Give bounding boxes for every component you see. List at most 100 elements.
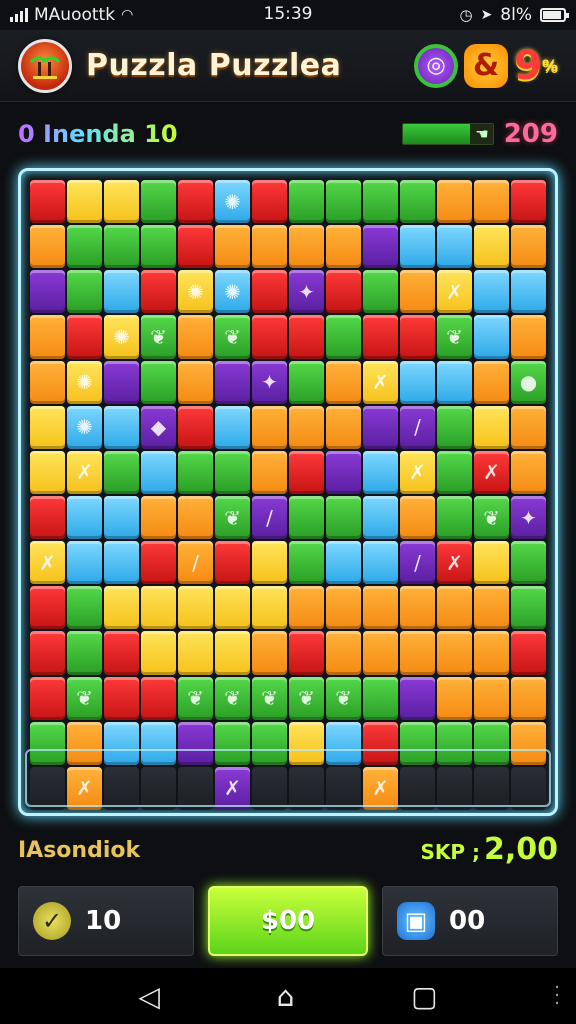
tile-blue[interactable] <box>363 495 398 540</box>
tile-orange[interactable] <box>178 495 213 540</box>
tile-purple[interactable]: / <box>400 405 435 449</box>
tile-orange[interactable] <box>437 631 472 675</box>
tile-green[interactable] <box>511 586 546 630</box>
tile-purple[interactable] <box>363 405 398 449</box>
tile-red[interactable] <box>511 631 546 675</box>
tile-yellow[interactable] <box>474 541 509 585</box>
tile-green[interactable] <box>67 270 102 314</box>
tile-green[interactable] <box>363 676 398 720</box>
tile-green[interactable] <box>141 180 176 224</box>
tile-yellow[interactable]: ✺ <box>67 360 102 404</box>
tile-red[interactable] <box>67 315 102 359</box>
tile-orange[interactable] <box>474 676 509 720</box>
tile-orange[interactable] <box>511 676 546 720</box>
tile-green[interactable] <box>215 450 250 494</box>
tile-yellow[interactable]: ✺ <box>104 315 139 359</box>
tile-yellow[interactable] <box>474 225 509 269</box>
tile-red[interactable] <box>326 270 361 314</box>
buy-button[interactable]: $00 <box>208 886 368 956</box>
tile-blue[interactable] <box>400 360 435 404</box>
tile-green[interactable] <box>326 180 361 224</box>
tile-red[interactable] <box>30 180 65 224</box>
tile-purple[interactable] <box>30 270 65 314</box>
tile-orange[interactable] <box>437 180 472 224</box>
tile-purple[interactable] <box>326 450 361 494</box>
tile-blue[interactable] <box>474 270 509 314</box>
back-icon[interactable]: ◁ <box>138 980 160 1013</box>
tile-green[interactable] <box>363 270 398 314</box>
tile-green[interactable]: ❦ <box>178 676 213 720</box>
tile-blue[interactable] <box>104 495 139 540</box>
tile-purple[interactable]: ◆ <box>141 405 176 449</box>
tile-orange[interactable] <box>511 225 546 269</box>
tile-green[interactable] <box>104 225 139 269</box>
tile-green[interactable]: ❦ <box>289 676 324 720</box>
tile-blue[interactable] <box>363 450 398 494</box>
tile-red[interactable] <box>363 315 398 359</box>
tile-orange[interactable] <box>289 225 324 269</box>
tile-yellow[interactable]: ✗ <box>67 450 102 494</box>
tile-green[interactable] <box>67 631 102 675</box>
tile-green[interactable] <box>326 315 361 359</box>
tile-orange[interactable] <box>474 180 509 224</box>
tile-orange[interactable] <box>326 631 361 675</box>
tile-yellow[interactable] <box>104 586 139 630</box>
tile-yellow[interactable]: ✗ <box>437 270 472 314</box>
tile-yellow[interactable]: ✗ <box>363 360 398 404</box>
tile-red[interactable]: ✗ <box>474 450 509 494</box>
home-icon[interactable]: ⌂ <box>277 980 295 1013</box>
tile-red[interactable] <box>141 541 176 585</box>
tile-red[interactable] <box>511 180 546 224</box>
tile-red[interactable] <box>215 541 250 585</box>
tile-orange[interactable] <box>474 360 509 404</box>
tile-green[interactable] <box>141 360 176 404</box>
tile-red[interactable] <box>252 270 287 314</box>
tile-yellow[interactable] <box>474 405 509 449</box>
tile-yellow[interactable]: ✗ <box>30 541 65 585</box>
tile-green[interactable] <box>437 450 472 494</box>
tile-blue[interactable] <box>104 270 139 314</box>
tile-red[interactable] <box>30 676 65 720</box>
tile-blue[interactable]: ✺ <box>215 270 250 314</box>
tile-blue[interactable] <box>215 405 250 449</box>
tile-red[interactable] <box>141 270 176 314</box>
tile-orange[interactable] <box>326 586 361 630</box>
tile-blue[interactable] <box>363 541 398 585</box>
tile-orange[interactable] <box>141 495 176 540</box>
tile-green[interactable] <box>289 360 324 404</box>
tile-green[interactable]: ❦ <box>474 495 509 540</box>
spiral-gem-icon[interactable]: ◎ <box>414 43 459 88</box>
tile-yellow[interactable] <box>178 631 213 675</box>
tile-green[interactable] <box>437 495 472 540</box>
recents-icon[interactable]: ▢ <box>411 980 437 1013</box>
tile-purple[interactable]: ✦ <box>511 495 546 540</box>
palm-tree-logo-icon[interactable] <box>18 38 72 93</box>
tile-green[interactable]: ❦ <box>326 676 361 720</box>
tile-yellow[interactable] <box>30 450 65 494</box>
tile-green[interactable]: ❦ <box>215 315 250 359</box>
tile-green[interactable]: ❦ <box>437 315 472 359</box>
tile-green[interactable] <box>104 450 139 494</box>
tile-yellow[interactable] <box>141 631 176 675</box>
tile-blue[interactable] <box>67 541 102 585</box>
tile-orange[interactable] <box>289 586 324 630</box>
tile-purple[interactable] <box>400 676 435 720</box>
tile-blue[interactable] <box>67 495 102 540</box>
tile-red[interactable] <box>400 315 435 359</box>
tile-yellow[interactable] <box>252 586 287 630</box>
tile-orange[interactable] <box>252 225 287 269</box>
tile-blue[interactable] <box>104 541 139 585</box>
tile-red[interactable] <box>252 180 287 224</box>
tile-orange[interactable] <box>30 315 65 359</box>
tile-red[interactable] <box>252 315 287 359</box>
tile-orange[interactable] <box>474 631 509 675</box>
tile-orange[interactable] <box>363 586 398 630</box>
tile-purple[interactable] <box>215 360 250 404</box>
tile-green[interactable]: ❦ <box>67 676 102 720</box>
tile-orange[interactable] <box>289 405 324 449</box>
tile-orange[interactable] <box>437 676 472 720</box>
tile-blue[interactable] <box>474 315 509 359</box>
tile-yellow[interactable] <box>178 586 213 630</box>
tile-yellow[interactable] <box>67 180 102 224</box>
tile-orange[interactable] <box>400 631 435 675</box>
